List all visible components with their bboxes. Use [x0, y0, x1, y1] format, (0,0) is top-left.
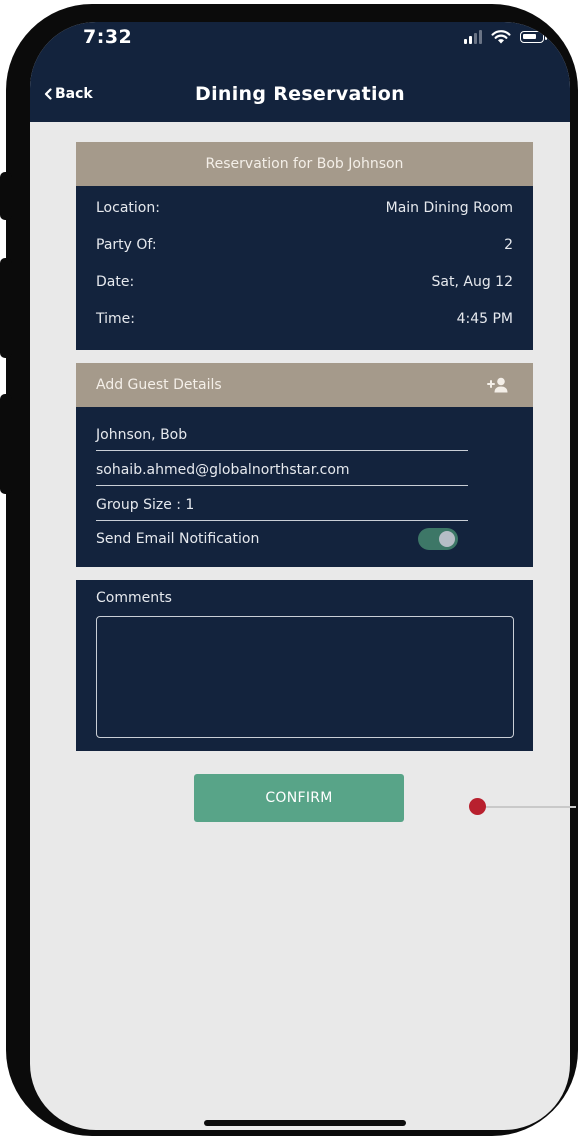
comments-label: Comments — [96, 590, 172, 606]
guest-email-field[interactable]: sohaib.ahmed@globalnorthstar.com — [96, 462, 468, 486]
location-label: Location: — [96, 200, 160, 216]
toggle-knob — [439, 531, 455, 547]
guest-details-card: Add Guest Details Johnson, Bob sohaib.ah… — [76, 363, 533, 567]
party-size-value: 2 — [504, 237, 513, 253]
page-title: Dining Reservation — [195, 83, 405, 105]
battery-icon — [520, 31, 547, 43]
time-label: Time: — [96, 311, 135, 327]
volume-down-button — [0, 394, 12, 494]
confirm-button[interactable]: CONFIRM — [194, 774, 404, 822]
add-guest-header[interactable]: Add Guest Details — [76, 363, 533, 407]
status-time: 7:32 — [83, 26, 133, 48]
volume-up-button — [0, 258, 12, 358]
comments-input[interactable] — [96, 616, 514, 738]
add-person-icon[interactable] — [487, 377, 509, 393]
comments-card: Comments — [76, 580, 533, 751]
email-notification-toggle[interactable] — [418, 528, 458, 550]
wifi-icon — [491, 30, 511, 44]
group-size-field[interactable]: Group Size : 1 — [96, 497, 468, 521]
status-icons — [464, 30, 547, 44]
add-guest-label: Add Guest Details — [96, 377, 222, 393]
app-screen: 7:32 Back Dining Reservation Reservation… — [30, 22, 570, 1130]
navigation-bar: 7:32 Back Dining Reservation — [30, 22, 570, 122]
cellular-signal-icon — [464, 30, 482, 44]
date-value: Sat, Aug 12 — [431, 274, 513, 290]
home-indicator — [204, 1120, 406, 1126]
date-label: Date: — [96, 274, 135, 290]
party-size-row: Party Of: 2 — [96, 237, 513, 253]
silent-switch — [0, 172, 12, 220]
location-row: Location: Main Dining Room — [96, 200, 513, 216]
annotation-marker — [469, 798, 486, 815]
time-value: 4:45 PM — [456, 311, 513, 327]
reservation-header-text: Reservation for Bob Johnson — [205, 156, 404, 172]
email-notification-label: Send Email Notification — [96, 531, 260, 547]
reservation-summary-card: Reservation for Bob Johnson Location: Ma… — [76, 142, 533, 350]
location-value: Main Dining Room — [385, 200, 513, 216]
email-notification-row: Send Email Notification — [96, 528, 458, 550]
guest-name-field[interactable]: Johnson, Bob — [96, 427, 468, 451]
annotation-line — [484, 806, 576, 808]
party-size-label: Party Of: — [96, 237, 157, 253]
date-row: Date: Sat, Aug 12 — [96, 274, 513, 290]
reservation-header: Reservation for Bob Johnson — [76, 142, 533, 186]
time-row: Time: 4:45 PM — [96, 311, 513, 327]
